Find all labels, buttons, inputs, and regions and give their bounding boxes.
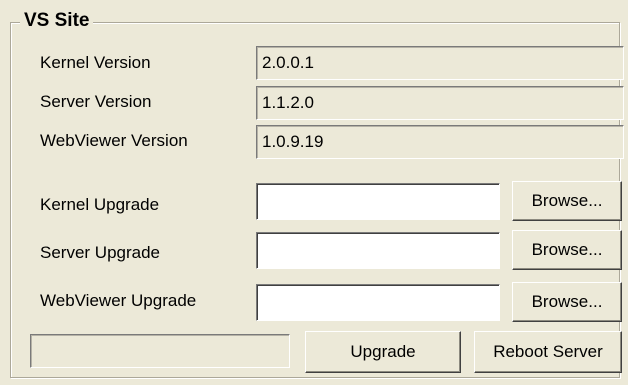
- kernel-upgrade-input[interactable]: [256, 183, 500, 220]
- server-version-field: 1.1.2.0: [256, 86, 624, 120]
- webviewer-upgrade-label: WebViewer Upgrade: [40, 291, 197, 310]
- server-version-label: Server Version: [40, 92, 152, 111]
- upgrade-progress-bar: [30, 334, 290, 368]
- groupbox-title: VS Site: [20, 9, 94, 33]
- server-browse-button[interactable]: Browse...: [512, 230, 622, 270]
- server-upgrade-label: Server Upgrade: [40, 243, 161, 262]
- kernel-version-label: Kernel Version: [40, 53, 151, 72]
- webviewer-upgrade-input[interactable]: [256, 284, 500, 321]
- webviewer-browse-button[interactable]: Browse...: [512, 282, 622, 322]
- server-upgrade-input[interactable]: [256, 232, 500, 269]
- webviewer-version-label: WebViewer Version: [40, 131, 188, 150]
- kernel-version-field: 2.0.0.1: [256, 46, 624, 80]
- reboot-server-button[interactable]: Reboot Server: [474, 331, 622, 373]
- kernel-upgrade-label: Kernel Upgrade: [40, 195, 160, 214]
- upgrade-button[interactable]: Upgrade: [305, 331, 461, 373]
- webviewer-version-field: 1.0.9.19: [256, 125, 624, 159]
- kernel-browse-button[interactable]: Browse...: [512, 181, 622, 221]
